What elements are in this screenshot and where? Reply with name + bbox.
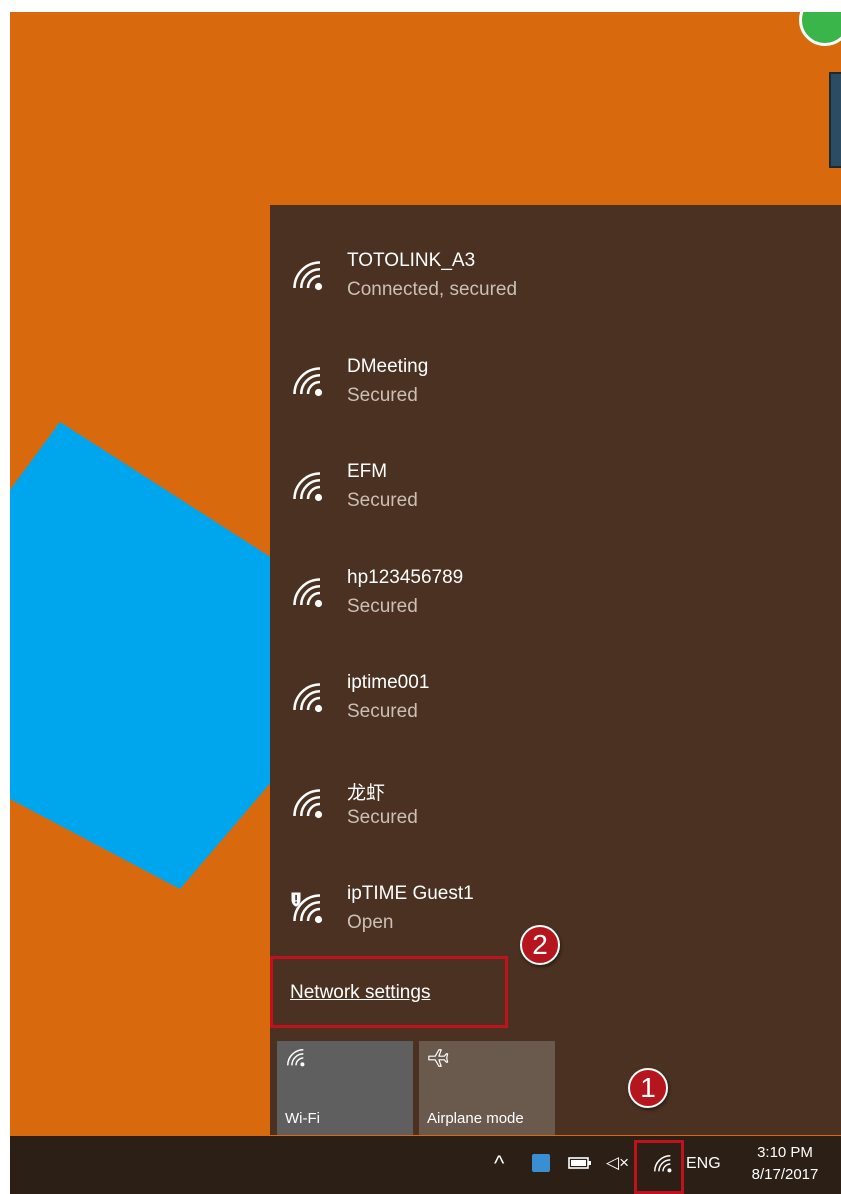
- wifi-network-item[interactable]: 龙虾 Secured: [270, 764, 841, 864]
- wifi-network-name: TOTOLINK_A3: [347, 250, 476, 271]
- wifi-network-item[interactable]: DMeeting Secured: [270, 342, 841, 442]
- wifi-network-name: ipTIME Guest1: [347, 883, 474, 904]
- wifi-signal-icon: [293, 577, 323, 607]
- clock[interactable]: 3:10 PM 8/17/2017: [740, 1142, 830, 1186]
- airplane-tile-label: Airplane mode: [427, 1110, 524, 1127]
- wifi-network-item[interactable]: TOTOLINK_A3 Connected, secured: [270, 236, 841, 336]
- clock-date: 8/17/2017: [751, 1166, 819, 1183]
- wifi-network-name: iptime001: [347, 672, 430, 693]
- wifi-network-status: Secured: [347, 384, 418, 406]
- show-hidden-icons-chevron[interactable]: ^: [494, 1150, 504, 1178]
- wifi-network-status: Open: [347, 912, 394, 933]
- wifi-network-name: 龙虾: [347, 782, 386, 804]
- wifi-signal-icon: [293, 261, 323, 291]
- wifi-network-status: Secured: [347, 595, 418, 617]
- wifi-warning-icon: [291, 892, 323, 924]
- clock-time: 3:10 PM: [757, 1144, 813, 1161]
- wifi-signal-icon: [293, 366, 323, 396]
- wifi-signal-icon: [293, 788, 323, 818]
- desktop-window-edge: [829, 72, 841, 168]
- volume-muted-icon[interactable]: ◁×: [606, 1152, 629, 1174]
- wifi-signal-icon: [287, 1049, 305, 1067]
- step-badge-2: 2: [520, 925, 560, 965]
- wifi-network-item[interactable]: EFM Secured: [270, 447, 841, 547]
- wifi-network-item[interactable]: iptime001 Secured: [270, 658, 841, 758]
- wifi-signal-icon: [293, 683, 323, 713]
- airplane-icon: [428, 1049, 449, 1067]
- wifi-network-name: EFM: [347, 461, 388, 482]
- store-icon[interactable]: [532, 1154, 550, 1172]
- wifi-signal-icon: [293, 472, 323, 502]
- taskbar: ^ ◁× ENG 3:10 PM 8/17/2017: [10, 1136, 841, 1194]
- wifi-network-name: hp123456789: [347, 566, 464, 588]
- highlight-wifi-tray: [634, 1140, 684, 1194]
- airplane-mode-tile[interactable]: Airplane mode: [419, 1041, 555, 1135]
- highlight-network-settings: [270, 956, 508, 1028]
- wifi-network-status: Secured: [347, 490, 418, 511]
- step-badge-1: 1: [628, 1068, 668, 1108]
- wifi-network-status: Secured: [347, 806, 418, 828]
- wifi-network-name: DMeeting: [347, 355, 429, 377]
- wifi-toggle-tile[interactable]: Wi-Fi: [277, 1041, 413, 1135]
- wifi-network-status: Secured: [347, 701, 418, 722]
- input-language-indicator[interactable]: ENG: [686, 1154, 721, 1174]
- wifi-tile-label: Wi-Fi: [285, 1110, 320, 1127]
- wifi-network-status: Connected, secured: [347, 279, 518, 300]
- battery-icon[interactable]: [568, 1154, 592, 1172]
- wifi-network-item[interactable]: hp123456789 Secured: [270, 553, 841, 653]
